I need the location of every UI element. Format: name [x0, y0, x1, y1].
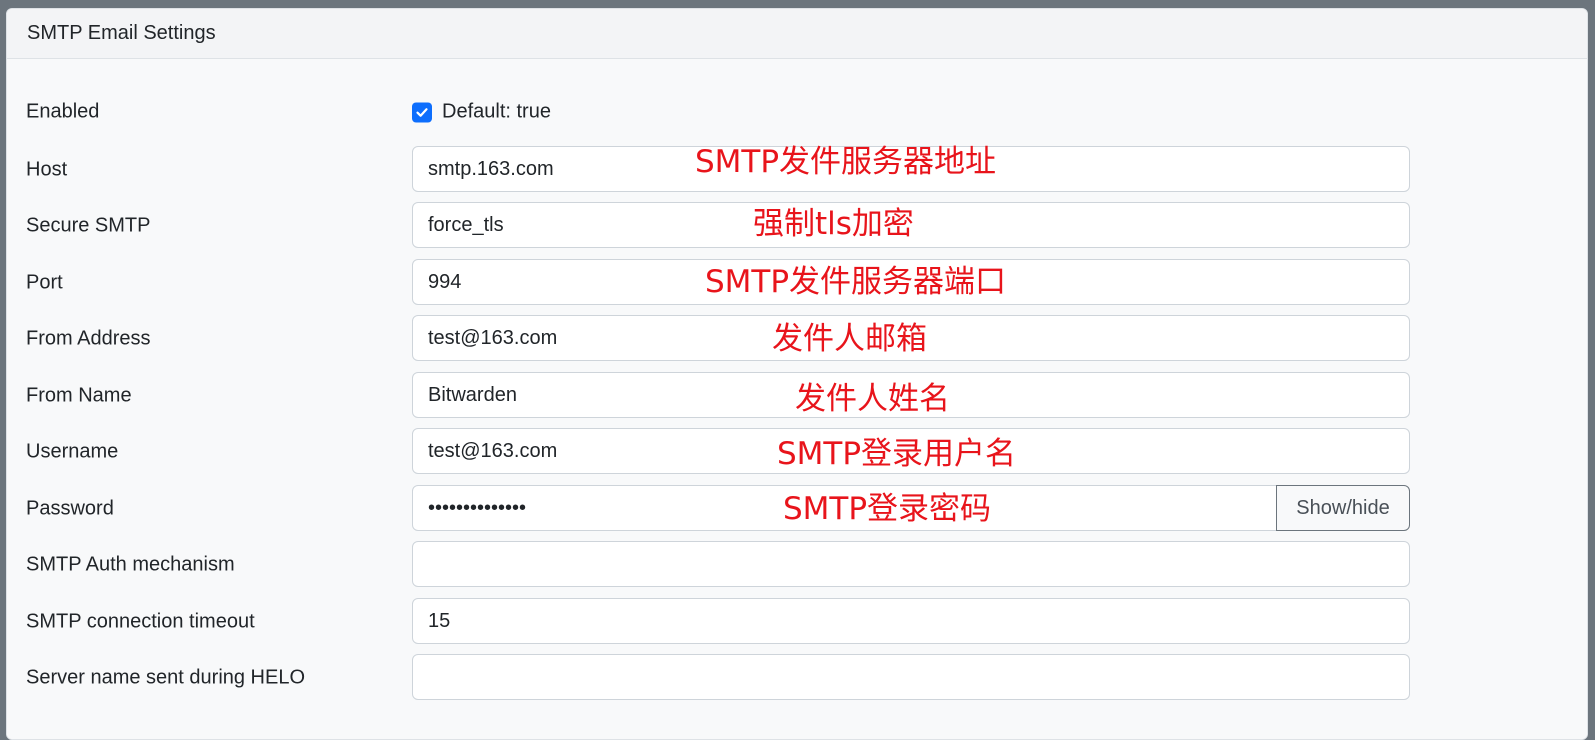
enabled-checkbox-group[interactable]: Default: true	[412, 101, 551, 124]
auth-mechanism-label: SMTP Auth mechanism	[26, 553, 235, 576]
show-hide-password-button[interactable]: Show/hide	[1276, 485, 1410, 531]
row-auth-mechanism: SMTP Auth mechanism	[7, 541, 1587, 589]
host-input[interactable]	[412, 146, 1410, 192]
password-label: Password	[26, 497, 114, 520]
row-from-address: From Address	[7, 315, 1587, 363]
connection-timeout-input[interactable]	[412, 598, 1410, 644]
row-password: Password Show/hide	[7, 485, 1587, 533]
secure-smtp-label: Secure SMTP	[26, 214, 151, 237]
row-connection-timeout: SMTP connection timeout	[7, 598, 1587, 646]
panel-title[interactable]: SMTP Email Settings	[7, 9, 1587, 59]
enabled-default-hint: Default: true	[442, 100, 551, 123]
from-name-label: From Name	[26, 384, 132, 407]
from-address-label: From Address	[26, 327, 151, 350]
password-input[interactable]	[412, 485, 1277, 531]
enabled-checkbox[interactable]	[412, 102, 432, 122]
row-from-name: From Name	[7, 372, 1587, 420]
row-port: Port	[7, 259, 1587, 307]
row-host: Host	[7, 146, 1587, 194]
check-icon	[416, 107, 428, 117]
smtp-settings-panel: SMTP Email Settings Enabled Default: tru…	[6, 8, 1588, 740]
username-label: Username	[26, 440, 119, 463]
row-enabled: Enabled Default: true	[7, 88, 1587, 136]
connection-timeout-label: SMTP connection timeout	[26, 610, 255, 633]
enabled-label: Enabled	[26, 100, 100, 123]
username-input[interactable]	[412, 428, 1410, 474]
from-name-input[interactable]	[412, 372, 1410, 418]
auth-mechanism-input[interactable]	[412, 541, 1410, 587]
row-helo-name: Server name sent during HELO	[7, 654, 1587, 702]
row-username: Username	[7, 428, 1587, 476]
port-label: Port	[26, 271, 63, 294]
row-secure-smtp: Secure SMTP	[7, 202, 1587, 250]
from-address-input[interactable]	[412, 315, 1410, 361]
secure-smtp-input[interactable]	[412, 202, 1410, 248]
helo-name-label: Server name sent during HELO	[26, 666, 306, 689]
settings-form: Enabled Default: true Host Secure SMTP P…	[7, 59, 1587, 739]
host-label: Host	[26, 158, 68, 181]
helo-name-input[interactable]	[412, 654, 1410, 700]
port-input[interactable]	[412, 259, 1410, 305]
